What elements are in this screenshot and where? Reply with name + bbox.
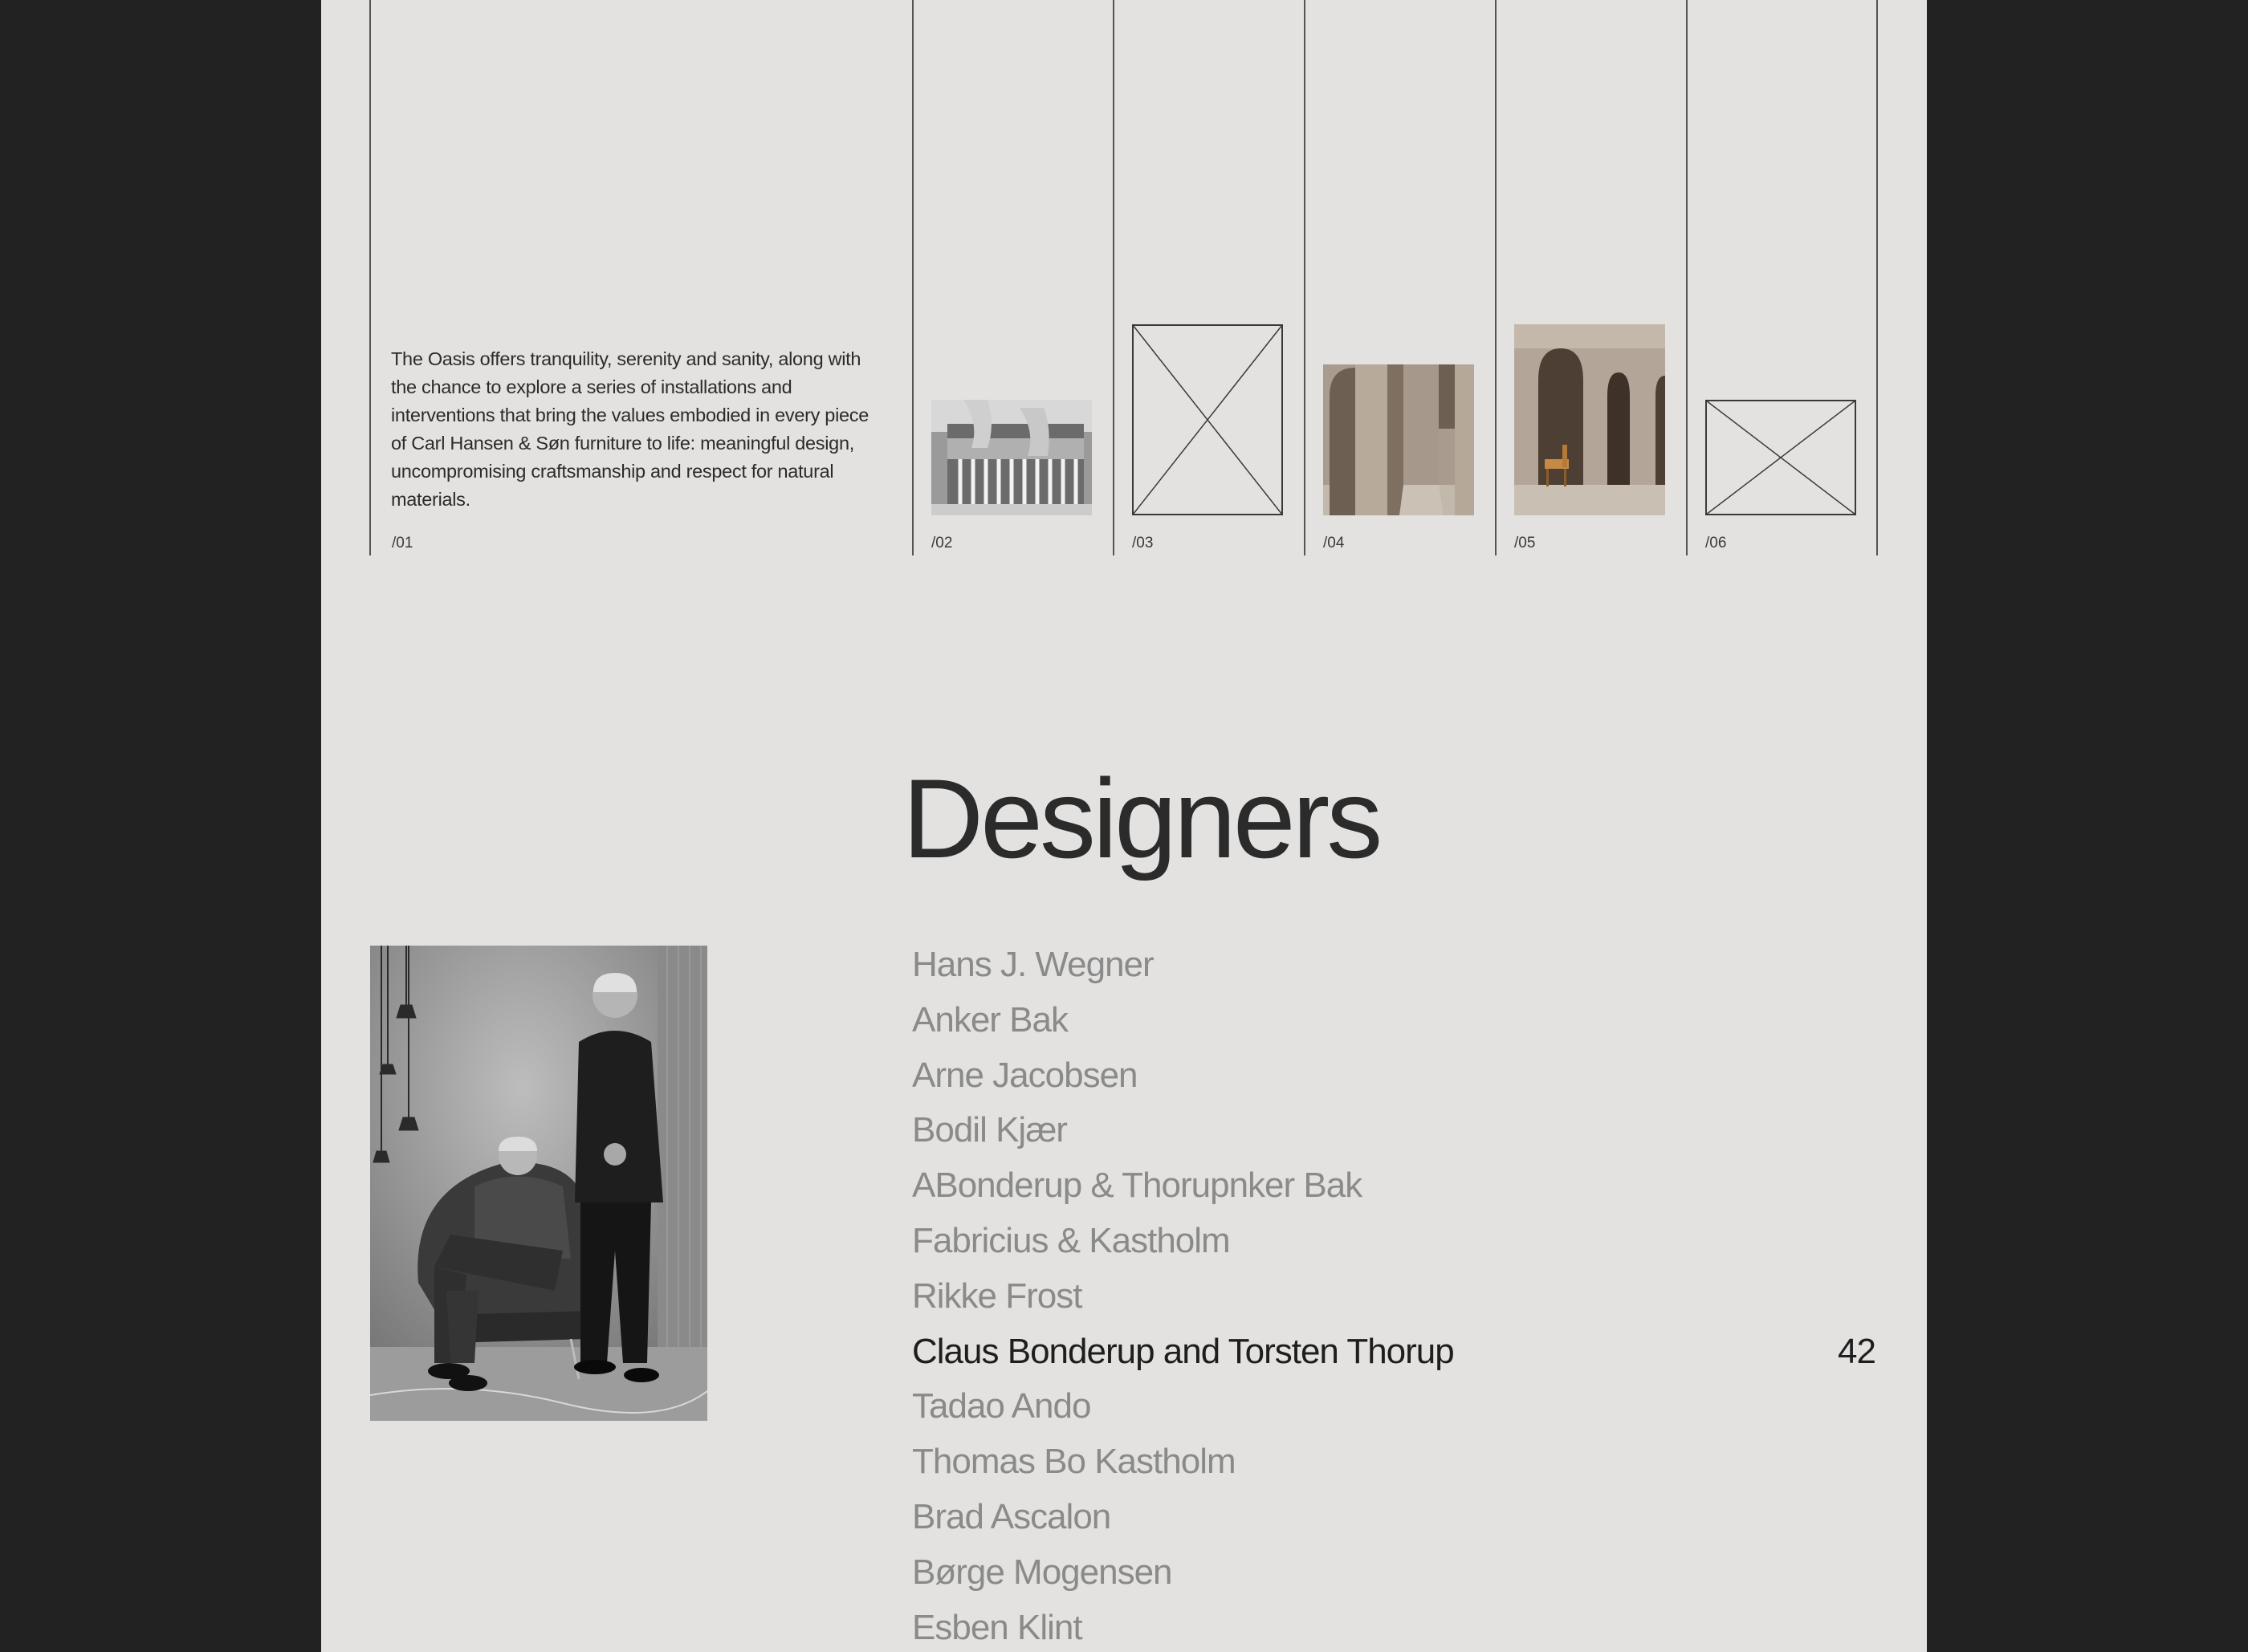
designer-list-item[interactable]: ABonderup & Thorupnker Bak xyxy=(912,1158,1875,1214)
designer-list-item[interactable]: Tadao Ando xyxy=(912,1379,1875,1434)
column-divider xyxy=(912,0,914,555)
column-index: /01 xyxy=(392,535,413,551)
designer-list: Hans J. Wegner Anker Bak Arne Jacobsen B… xyxy=(912,938,1876,1652)
product-count: 42 xyxy=(1838,1331,1876,1371)
designer-list-item[interactable]: Hans J. Wegner xyxy=(912,938,1875,993)
intro-text: The Oasis offers tranquility, serenity a… xyxy=(391,348,869,510)
designer-list-item[interactable]: Bodil Kjær xyxy=(912,1103,1875,1158)
designer-list-item[interactable]: Arne Jacobsen xyxy=(912,1048,1875,1104)
designer-list-item[interactable]: Børge Mogensen xyxy=(912,1545,1875,1601)
designer-name: Claus Bonderup and Torsten Thorup xyxy=(912,1331,1455,1371)
gallery-image-weaving[interactable] xyxy=(931,400,1092,515)
gallery-image-oasis-chair[interactable] xyxy=(1514,324,1665,515)
gallery-image-arches[interactable] xyxy=(1323,364,1474,515)
designer-list-item-active[interactable]: Claus Bonderup and Torsten Thorup 42 xyxy=(912,1324,1876,1380)
column-divider xyxy=(1495,0,1497,555)
column-index: /06 xyxy=(1705,535,1727,551)
column-index: /04 xyxy=(1323,535,1345,551)
designer-portrait xyxy=(370,946,707,1421)
image-placeholder[interactable] xyxy=(1705,400,1856,515)
designer-list-item[interactable]: Rikke Frost xyxy=(912,1269,1875,1324)
column-index: /03 xyxy=(1132,535,1154,551)
designer-list-item[interactable]: Thomas Bo Kastholm xyxy=(912,1434,1875,1490)
column-divider xyxy=(1876,0,1878,555)
designer-list-item[interactable]: Fabricius & Kastholm xyxy=(912,1214,1875,1269)
column-index: /02 xyxy=(931,535,953,551)
column-divider xyxy=(369,0,371,555)
section-title: Designers xyxy=(902,755,1383,881)
column-divider xyxy=(1113,0,1114,555)
column-index: /05 xyxy=(1514,535,1536,551)
image-placeholder[interactable] xyxy=(1132,324,1283,515)
column-divider xyxy=(1686,0,1688,555)
column-divider xyxy=(1304,0,1305,555)
designer-list-item[interactable]: Brad Ascalon xyxy=(912,1490,1875,1545)
page: The Oasis offers tranquility, serenity a… xyxy=(321,0,1927,1652)
designer-list-item[interactable]: Esben Klint xyxy=(912,1601,1875,1652)
designer-list-item[interactable]: Anker Bak xyxy=(912,993,1875,1048)
